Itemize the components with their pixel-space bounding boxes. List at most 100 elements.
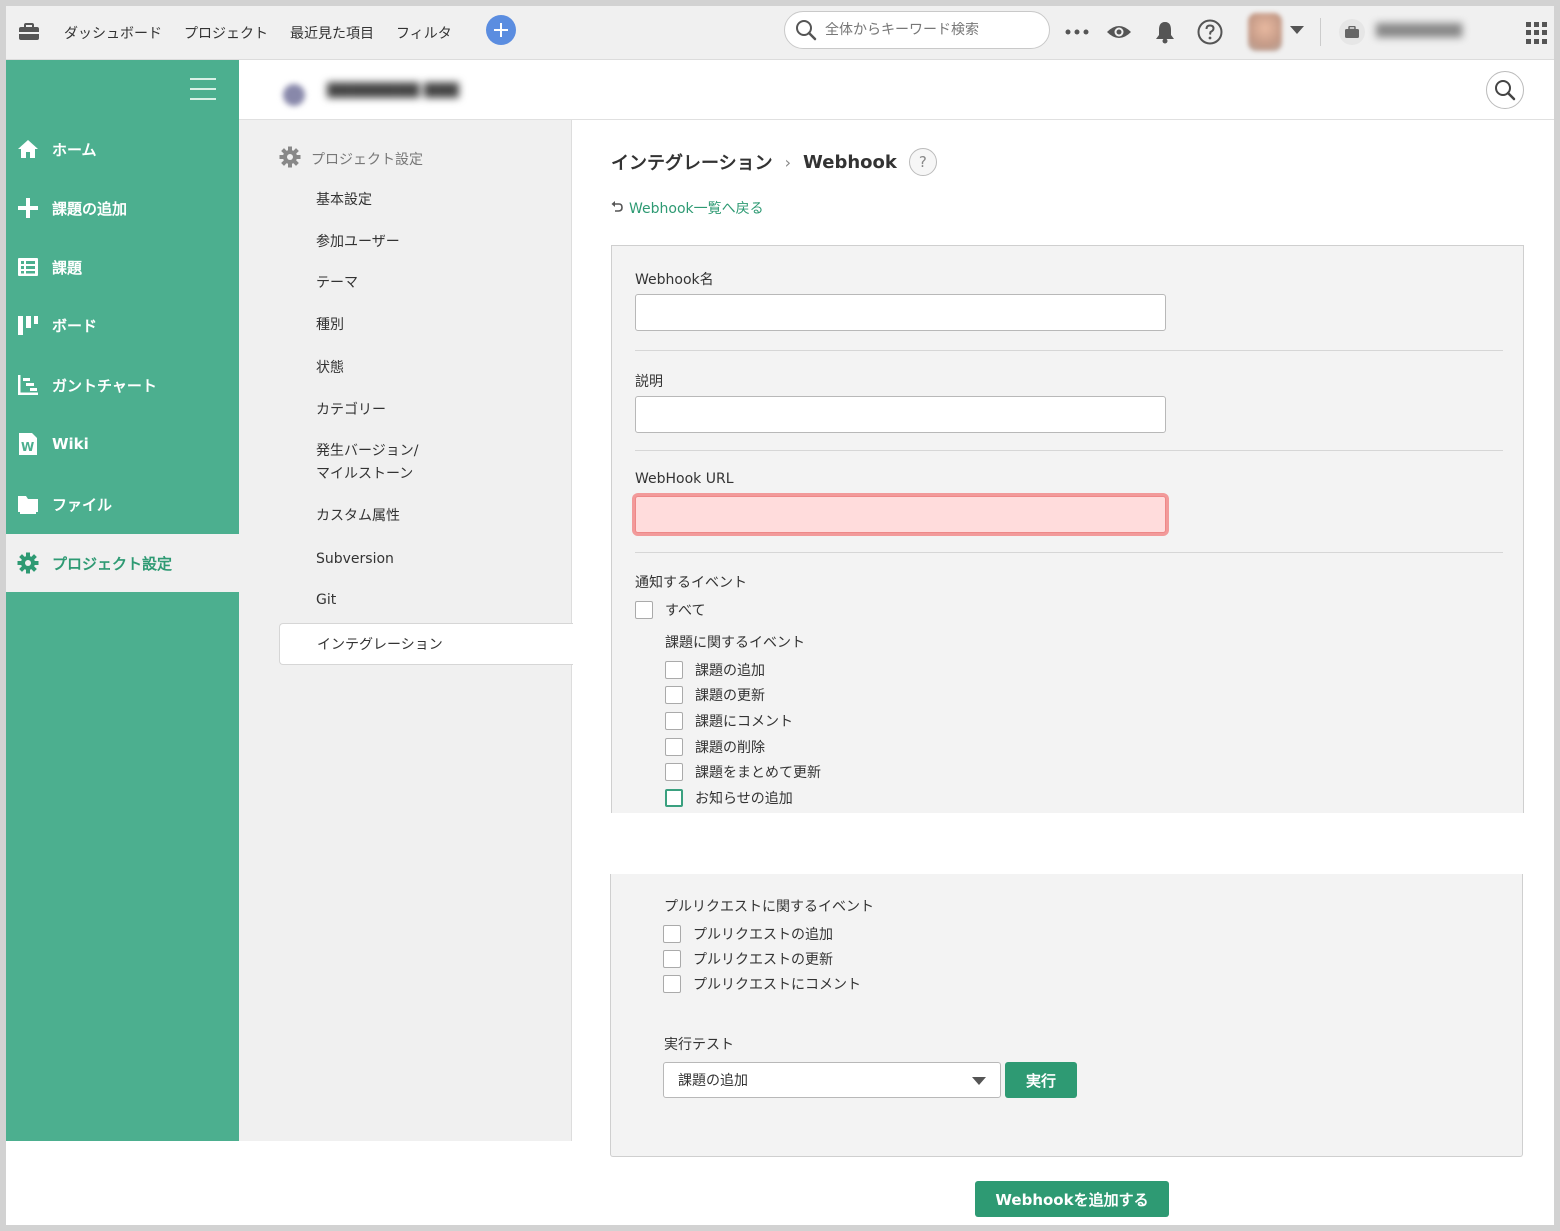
nav-recent-items[interactable]: 最近見た項目 <box>290 23 374 43</box>
nav-issues-label: 課題 <box>52 258 83 277</box>
nav-project-settings-label: プロジェクト設定 <box>52 554 173 573</box>
nav-projects[interactable]: プロジェクト <box>184 23 268 43</box>
project-search-button[interactable] <box>1486 71 1524 109</box>
app-grid-icon[interactable] <box>1526 22 1548 44</box>
nav-project-settings[interactable]: プロジェクト設定 <box>6 534 239 592</box>
bell-icon[interactable] <box>1152 19 1178 45</box>
checkbox[interactable] <box>665 661 683 679</box>
event-issue-added-checkbox[interactable]: 課題の追加 <box>665 660 765 680</box>
description-input[interactable] <box>635 396 1166 433</box>
webhook-form-panel-lower: プルリクエストに関するイベント プルリクエストの追加 プルリクエストの更新 プル… <box>610 874 1523 1157</box>
more-icon[interactable] <box>1064 19 1090 45</box>
settings-nav: プロジェクト設定 基本設定 参加ユーザー テーマ 種別 状態 カテゴリー 発生バ… <box>239 120 573 1141</box>
settings-item-members[interactable]: 参加ユーザー <box>316 231 400 254</box>
nav-add-issue[interactable]: 課題の追加 <box>6 179 239 237</box>
nav-wiki[interactable]: W Wiki <box>6 415 239 473</box>
global-nav: ダッシュボード プロジェクト 最近見た項目 フィルタ <box>64 6 474 60</box>
top-bar: ダッシュボード プロジェクト 最近見た項目 フィルタ ▇▇▇▇▇ <box>6 6 1554 60</box>
nav-home[interactable]: ホーム <box>6 120 239 178</box>
event-issue-deleted-label: 課題の削除 <box>695 740 765 756</box>
settings-nav-title: プロジェクト設定 <box>279 146 423 172</box>
back-to-webhook-list-link[interactable]: Webhook一覧へ戻る <box>611 198 764 218</box>
webhook-form-panel: Webhook名 説明 WebHook URL 通知するイベント すべて 課題に… <box>611 245 1524 813</box>
settings-item-basic[interactable]: 基本設定 <box>316 189 372 212</box>
user-avatar[interactable] <box>1248 13 1282 51</box>
checkbox[interactable] <box>665 763 683 781</box>
checkbox[interactable] <box>663 950 681 968</box>
pr-events-label: プルリクエストに関するイベント <box>664 899 874 915</box>
eye-icon[interactable] <box>1106 19 1132 45</box>
nav-issues[interactable]: 課題 <box>6 238 239 296</box>
settings-item-custom-fields[interactable]: カスタム属性 <box>316 505 400 528</box>
nav-board[interactable]: ボード <box>6 296 239 354</box>
help-icon[interactable]: ? <box>908 148 937 176</box>
checkbox[interactable] <box>663 925 681 943</box>
nav-gantt[interactable]: ガントチャート <box>6 356 239 414</box>
search-icon <box>1495 80 1516 101</box>
chevron-down-icon[interactable] <box>1290 26 1304 34</box>
checkbox[interactable] <box>665 686 683 704</box>
run-test-button[interactable]: 実行 <box>1005 1062 1077 1098</box>
search-icon <box>796 20 817 41</box>
events-label: 通知するイベント <box>635 575 747 591</box>
settings-item-integration[interactable]: インテグレーション <box>279 623 573 665</box>
settings-item-git[interactable]: Git <box>316 589 336 612</box>
webhook-url-input[interactable] <box>635 496 1166 533</box>
app-window: ダッシュボード プロジェクト 最近見た項目 フィルタ ▇▇▇▇▇ <box>6 6 1554 1225</box>
add-webhook-button[interactable]: Webhookを追加する <box>975 1181 1169 1217</box>
nav-files-label: ファイル <box>52 495 113 514</box>
event-issue-commented-checkbox[interactable]: 課題にコメント <box>665 711 793 731</box>
settings-item-versions[interactable]: 発生バージョン/ マイルストーン <box>316 440 418 486</box>
global-search-input[interactable] <box>825 22 1025 38</box>
nav-dashboard[interactable]: ダッシュボード <box>64 23 162 43</box>
breadcrumb-current: Webhook <box>803 151 897 173</box>
nav-filter[interactable]: フィルタ <box>396 23 452 43</box>
checkbox[interactable] <box>665 789 683 807</box>
event-issue-bulk-updated-checkbox[interactable]: 課題をまとめて更新 <box>665 762 821 782</box>
event-issue-updated-checkbox[interactable]: 課題の更新 <box>665 685 765 705</box>
nav-files[interactable]: ファイル <box>6 475 239 533</box>
event-notification-added-checkbox[interactable]: お知らせの追加 <box>665 788 793 808</box>
nav-home-label: ホーム <box>52 140 97 159</box>
event-pr-added-checkbox[interactable]: プルリクエストの追加 <box>663 924 833 944</box>
settings-item-issue-types[interactable]: 種別 <box>316 314 344 337</box>
test-event-selected: 課題の追加 <box>678 1073 748 1089</box>
space-name[interactable]: ▇▇▇▇▇▇▇▇ <box>1376 22 1462 38</box>
global-search[interactable] <box>784 11 1050 49</box>
event-issue-deleted-checkbox[interactable]: 課題の削除 <box>665 737 765 757</box>
settings-item-theme[interactable]: テーマ <box>316 272 358 295</box>
event-pr-commented-checkbox[interactable]: プルリクエストにコメント <box>663 974 861 994</box>
nav-add-issue-label: 課題の追加 <box>52 199 128 218</box>
checkbox[interactable] <box>665 738 683 756</box>
file-icon <box>16 492 40 516</box>
space-icon[interactable] <box>1339 19 1365 45</box>
checkbox[interactable] <box>665 712 683 730</box>
settings-item-subversion[interactable]: Subversion <box>316 548 394 571</box>
event-pr-updated-checkbox[interactable]: プルリクエストの更新 <box>663 949 833 969</box>
checkbox[interactable] <box>663 975 681 993</box>
description-label: 説明 <box>635 374 663 390</box>
divider <box>635 552 1503 553</box>
settings-item-versions-line1: 発生バージョン/ <box>316 443 419 459</box>
webhook-url-label: WebHook URL <box>635 471 734 487</box>
wiki-icon: W <box>16 432 40 456</box>
breadcrumb-parent[interactable]: インテグレーション <box>611 149 773 175</box>
chevron-right-icon: › <box>784 152 792 172</box>
event-pr-updated-label: プルリクエストの更新 <box>693 952 833 968</box>
global-add-button[interactable] <box>486 15 516 45</box>
briefcase-icon[interactable] <box>18 22 40 42</box>
project-name[interactable]: ▇▇▇▇▇▇▇▇ ▇▇▇ <box>327 80 459 98</box>
settings-item-categories[interactable]: カテゴリー <box>316 399 386 422</box>
webhook-name-input[interactable] <box>635 294 1166 331</box>
test-event-select[interactable]: 課題の追加 <box>663 1062 1001 1098</box>
event-all-checkbox[interactable]: すべて <box>635 600 705 620</box>
plus-icon <box>494 23 508 37</box>
webhook-name-label: Webhook名 <box>635 272 714 288</box>
settings-item-versions-line2: マイルストーン <box>316 466 414 482</box>
settings-item-statuses[interactable]: 状態 <box>316 357 344 380</box>
help-icon[interactable] <box>1197 19 1223 45</box>
menu-icon[interactable] <box>190 78 216 100</box>
project-header: ▇▇▇▇▇▇▇▇ ▇▇▇ <box>239 60 1554 120</box>
checkbox[interactable] <box>635 601 653 619</box>
divider <box>635 350 1503 351</box>
